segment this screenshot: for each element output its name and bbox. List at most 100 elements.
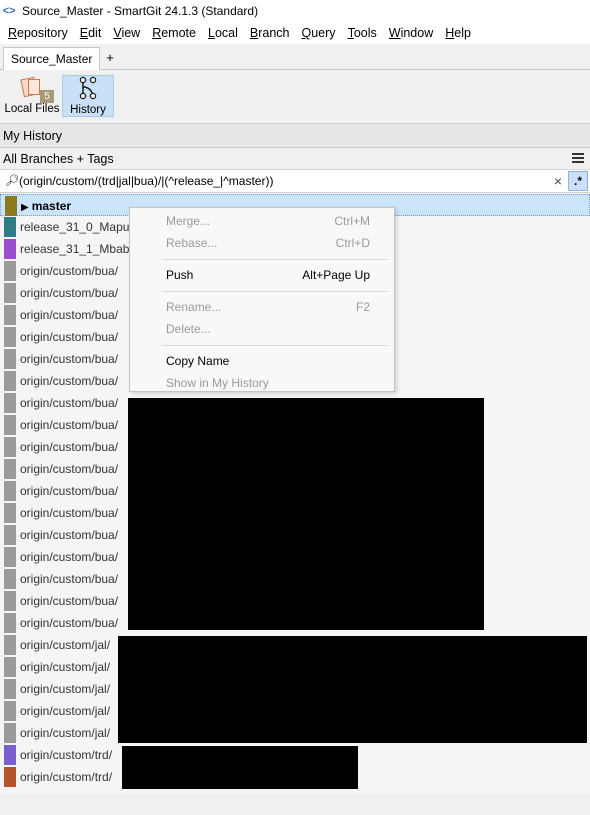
branch-name: origin/custom/jal/ <box>20 682 111 696</box>
menu-repository[interactable]: Repository <box>4 22 72 44</box>
branch-color-swatch <box>4 701 16 721</box>
menu-item-shortcut: Ctrl+D <box>335 236 370 250</box>
menu-separator <box>162 259 388 260</box>
branch-name: origin/custom/bua/ <box>20 528 119 542</box>
menu-local[interactable]: Local <box>204 22 242 44</box>
tab-bar: Source_Master + <box>0 44 590 70</box>
local-files-icon: 5 <box>12 75 54 103</box>
regex-toggle-button[interactable]: .* <box>568 171 588 191</box>
redaction-block <box>128 398 484 630</box>
branch-color-swatch <box>4 327 16 347</box>
add-tab-button[interactable]: + <box>102 48 118 68</box>
menu-item-push[interactable]: Push Alt+Page Up <box>130 264 394 286</box>
title-bar: <> Source_Master - SmartGit 24.1.3 (Stan… <box>0 0 590 22</box>
branch-name: origin/custom/bua/ <box>20 616 119 630</box>
branch-filter-input[interactable]: (origin/custom/(trd|jal|bua)/|(^release_… <box>19 170 273 193</box>
current-branch-icon: ▶ <box>21 202 29 213</box>
search-icon: 🔎︎ <box>5 175 19 187</box>
branch-label: origin/custom/jal/ <box>20 678 110 700</box>
branch-name: origin/custom/jal/ <box>20 638 111 652</box>
branch-name: origin/custom/bua/ <box>20 308 119 322</box>
menu-query[interactable]: Query <box>298 22 340 44</box>
branch-color-swatch <box>4 525 16 545</box>
menu-item-label: Rename... <box>166 300 222 314</box>
menu-item-label: Push <box>166 268 194 282</box>
branch-scope-label[interactable]: All Branches + Tags <box>3 152 114 166</box>
menu-item-rebase[interactable]: Rebase... Ctrl+D <box>130 232 394 254</box>
menu-view[interactable]: View <box>109 22 144 44</box>
branch-color-swatch <box>4 569 16 589</box>
branch-color-swatch <box>4 547 16 567</box>
menu-edit[interactable]: Edit <box>76 22 106 44</box>
menu-tools[interactable]: Tools <box>344 22 381 44</box>
branch-color-swatch <box>4 679 16 699</box>
menu-item-copy-name[interactable]: Copy Name <box>130 350 394 372</box>
menu-window[interactable]: Window <box>385 22 437 44</box>
menu-item-shortcut: Alt+Page Up <box>302 268 370 282</box>
branch-color-swatch <box>4 437 16 457</box>
branch-label: origin/custom/bua/ <box>20 392 118 414</box>
tab-source-master[interactable]: Source_Master <box>3 47 101 70</box>
menu-item-label: Merge... <box>166 214 211 228</box>
branch-label: origin/custom/bua/ <box>20 546 118 568</box>
branch-label: origin/custom/trd/ <box>20 766 112 788</box>
local-files-button[interactable]: 5 Local Files <box>4 75 60 117</box>
history-button[interactable]: History <box>62 75 114 117</box>
menu-item-rename[interactable]: Rename... F2 <box>130 296 394 318</box>
branch-label: origin/custom/bua/ <box>20 304 118 326</box>
menu-remote[interactable]: Remote <box>148 22 200 44</box>
branch-color-swatch <box>4 503 16 523</box>
branch-name: origin/custom/bua/ <box>20 506 119 520</box>
window-title: Source_Master - SmartGit 24.1.3 (Standar… <box>22 4 259 18</box>
branch-label: origin/custom/bua/ <box>20 590 118 612</box>
branch-name: origin/custom/bua/ <box>20 594 119 608</box>
menu-item-label: Copy Name <box>166 354 230 368</box>
branch-color-swatch <box>4 393 16 413</box>
menu-bar: Repository Edit View Remote Local Branch… <box>0 22 590 44</box>
branch-name: origin/custom/bua/ <box>20 264 119 278</box>
branch-name: origin/custom/bua/ <box>20 550 119 564</box>
smartgit-app-icon: <> <box>2 5 16 17</box>
history-graph-icon <box>79 76 97 100</box>
hamburger-menu-icon[interactable] <box>572 153 584 164</box>
branch-name: origin/custom/bua/ <box>20 484 119 498</box>
branch-label: origin/custom/bua/ <box>20 260 118 282</box>
branch-color-swatch <box>4 459 16 479</box>
branch-label: origin/custom/bua/ <box>20 436 118 458</box>
toolbar: 5 Local Files History <box>0 70 590 124</box>
branch-color-swatch <box>4 591 16 611</box>
menu-separator <box>162 291 388 292</box>
branch-label: release_31_0_Maputo <box>20 216 139 238</box>
context-menu: Merge... Ctrl+M Rebase... Ctrl+D Push Alt+Pag… <box>129 207 395 392</box>
branch-color-swatch <box>4 217 16 237</box>
branch-color-swatch <box>4 415 16 435</box>
branch-color-swatch <box>4 239 16 259</box>
branch-color-swatch <box>4 657 16 677</box>
branch-color-swatch <box>4 261 16 281</box>
menu-item-delete[interactable]: Delete... <box>130 318 394 340</box>
branch-label: origin/custom/bua/ <box>20 568 118 590</box>
branch-label: origin/custom/bua/ <box>20 612 118 634</box>
menu-item-shortcut: F2 <box>355 300 370 314</box>
branch-label: origin/custom/bua/ <box>20 502 118 524</box>
branch-label: origin/custom/bua/ <box>20 524 118 546</box>
menu-item-label: Delete... <box>166 322 211 336</box>
branch-color-swatch <box>4 305 16 325</box>
branch-label: origin/custom/jal/ <box>20 656 110 678</box>
clear-filter-icon[interactable]: × <box>551 173 565 189</box>
menu-item-merge[interactable]: Merge... Ctrl+M <box>130 210 394 232</box>
branch-color-swatch <box>4 349 16 369</box>
menu-help[interactable]: Help <box>441 22 475 44</box>
branch-label: origin/custom/bua/ <box>20 370 118 392</box>
branch-name: origin/custom/jal/ <box>20 660 111 674</box>
menu-branch[interactable]: Branch <box>246 22 294 44</box>
branch-color-swatch <box>5 196 17 216</box>
branch-label: origin/custom/trd/ <box>20 744 112 766</box>
branch-label: origin/custom/bua/ <box>20 414 118 436</box>
branch-name: origin/custom/bua/ <box>20 330 119 344</box>
redaction-block <box>118 636 587 743</box>
panel-title: My History <box>0 124 590 148</box>
branch-label: origin/custom/jal/ <box>20 722 110 744</box>
menu-item-show-in-my-history[interactable]: Show in My History <box>130 372 394 394</box>
branch-color-swatch <box>4 767 16 787</box>
